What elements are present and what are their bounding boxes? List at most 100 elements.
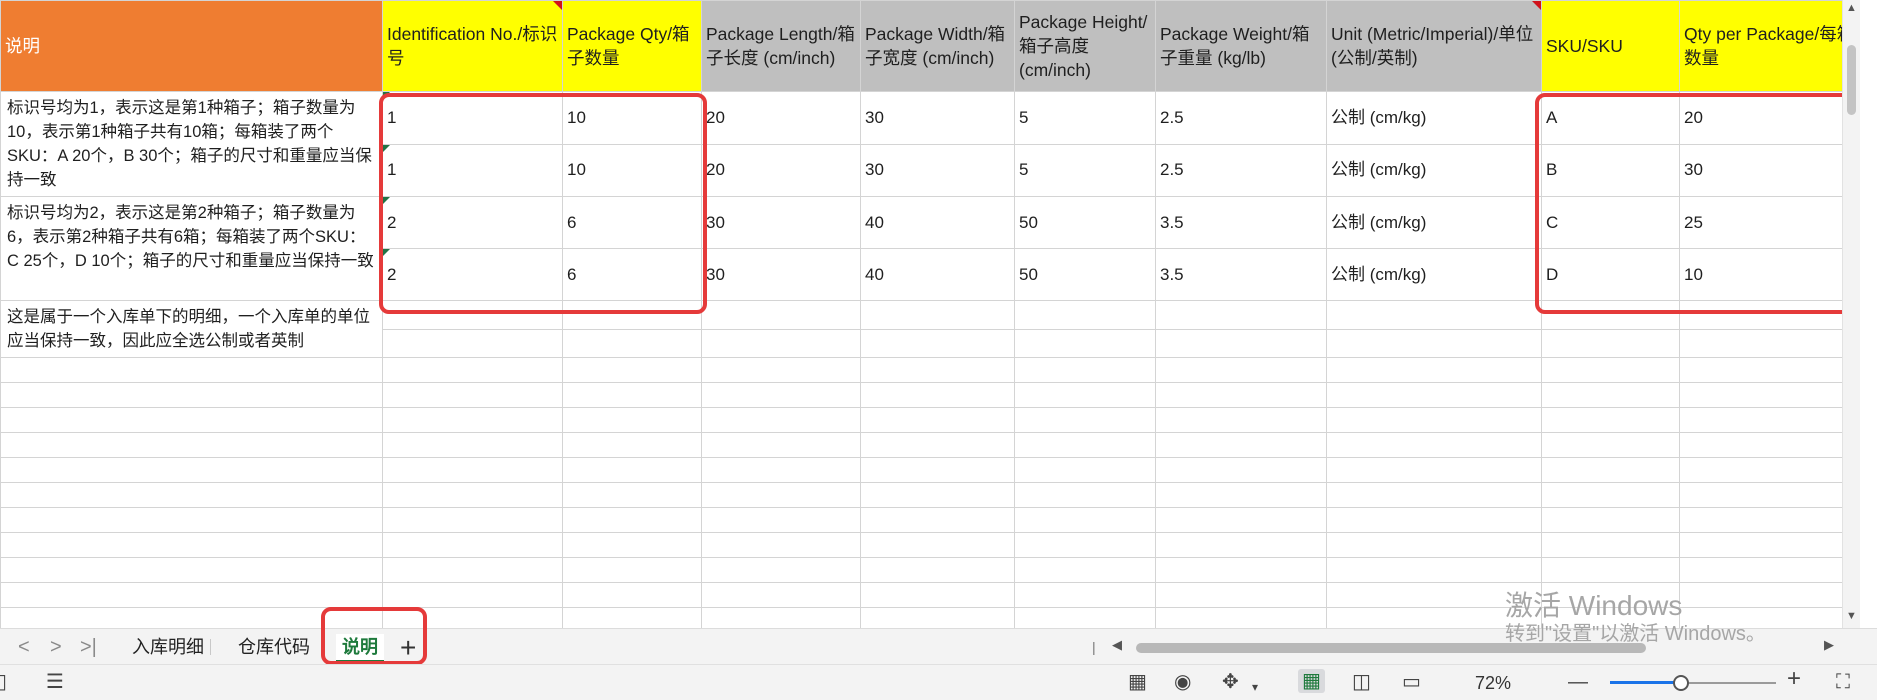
empty-cell[interactable] bbox=[562, 432, 702, 458]
empty-cell[interactable] bbox=[1014, 432, 1156, 458]
empty-cell[interactable] bbox=[1679, 382, 1860, 408]
table-cell[interactable]: 40 bbox=[860, 248, 1015, 301]
empty-cell[interactable] bbox=[382, 482, 563, 508]
empty-cell[interactable] bbox=[1326, 482, 1542, 508]
table-cell[interactable]: 30 bbox=[701, 248, 861, 301]
crosshair-icon[interactable]: ✥ bbox=[1222, 672, 1239, 692]
empty-cell[interactable] bbox=[701, 532, 861, 558]
next-sheet-icon[interactable]: > bbox=[50, 636, 62, 659]
table-cell[interactable]: 30 bbox=[860, 143, 1015, 197]
header-cell[interactable]: Package Weight/箱子重量 (kg/lb) bbox=[1155, 0, 1327, 92]
empty-cell[interactable] bbox=[701, 507, 861, 533]
note-cell[interactable]: 这是属于一个入库单下的明细，一个入库单的单位应当保持一致，因此应全选公制或者英制 bbox=[0, 300, 383, 358]
empty-cell[interactable] bbox=[1679, 557, 1860, 583]
empty-cell[interactable] bbox=[701, 607, 861, 628]
empty-cell[interactable] bbox=[382, 532, 563, 558]
empty-cell[interactable] bbox=[0, 582, 383, 608]
empty-cell[interactable] bbox=[382, 507, 563, 533]
table-cell[interactable]: 20 bbox=[1679, 91, 1860, 145]
empty-cell[interactable] bbox=[1541, 300, 1680, 330]
empty-cell[interactable] bbox=[1155, 457, 1327, 483]
table-cell[interactable]: D bbox=[1541, 248, 1680, 301]
empty-cell[interactable] bbox=[382, 407, 563, 433]
empty-cell[interactable] bbox=[382, 582, 563, 608]
empty-cell[interactable] bbox=[1155, 407, 1327, 433]
empty-cell[interactable] bbox=[0, 407, 383, 433]
sidebar-toggle-icon[interactable]: ▯ bbox=[0, 672, 7, 692]
empty-cell[interactable] bbox=[1155, 357, 1327, 383]
empty-cell[interactable] bbox=[1326, 432, 1542, 458]
table-cell[interactable]: 30 bbox=[701, 196, 861, 249]
empty-cell[interactable] bbox=[1014, 328, 1156, 358]
empty-cell[interactable] bbox=[1014, 482, 1156, 508]
empty-cell[interactable] bbox=[1155, 382, 1327, 408]
empty-cell[interactable] bbox=[1155, 557, 1327, 583]
empty-cell[interactable] bbox=[382, 300, 563, 330]
fullscreen-icon[interactable]: ⛶ bbox=[1836, 672, 1850, 692]
empty-cell[interactable] bbox=[701, 382, 861, 408]
empty-cell[interactable] bbox=[562, 382, 702, 408]
empty-cell[interactable] bbox=[1014, 407, 1156, 433]
table-cell[interactable]: 2 bbox=[382, 196, 563, 249]
empty-cell[interactable] bbox=[860, 582, 1015, 608]
empty-cell[interactable] bbox=[1679, 357, 1860, 383]
empty-cell[interactable] bbox=[1326, 557, 1542, 583]
empty-cell[interactable] bbox=[1014, 300, 1156, 330]
empty-cell[interactable] bbox=[382, 557, 563, 583]
note-cell[interactable]: 标识号均为1，表示这是第1种箱子；箱子数量为10，表示第1种箱子共有10箱；每箱… bbox=[0, 91, 383, 197]
empty-cell[interactable] bbox=[0, 457, 383, 483]
empty-cell[interactable] bbox=[562, 457, 702, 483]
table-cell[interactable]: 2.5 bbox=[1155, 91, 1327, 145]
page-break-view-icon[interactable]: ◫ bbox=[1352, 672, 1371, 692]
empty-cell[interactable] bbox=[701, 557, 861, 583]
scroll-up-icon[interactable]: ▲ bbox=[1846, 2, 1857, 14]
table-cell[interactable]: 5 bbox=[1014, 143, 1156, 197]
table-cell[interactable]: B bbox=[1541, 143, 1680, 197]
chevron-down-icon[interactable]: ▾ bbox=[1252, 677, 1258, 697]
table-cell[interactable]: 6 bbox=[562, 196, 702, 249]
empty-cell[interactable] bbox=[382, 382, 563, 408]
empty-cell[interactable] bbox=[1014, 457, 1156, 483]
empty-cell[interactable] bbox=[860, 507, 1015, 533]
header-cell[interactable]: Package Length/箱子长度 (cm/inch) bbox=[701, 0, 861, 92]
header-cell[interactable]: Identification No./标识号 bbox=[382, 0, 563, 92]
empty-cell[interactable] bbox=[860, 457, 1015, 483]
zoom-slider-knob[interactable] bbox=[1672, 675, 1689, 691]
empty-cell[interactable] bbox=[1326, 357, 1542, 383]
page-layout-view-icon[interactable]: ▭ bbox=[1402, 672, 1421, 692]
zoom-in-button[interactable]: + bbox=[1787, 667, 1801, 691]
table-cell[interactable]: 10 bbox=[562, 143, 702, 197]
table-cell[interactable]: 30 bbox=[1679, 143, 1860, 197]
empty-cell[interactable] bbox=[1679, 328, 1860, 358]
header-cell[interactable]: Qty per Package/每箱数量 bbox=[1679, 0, 1860, 92]
empty-cell[interactable] bbox=[860, 557, 1015, 583]
note-cell[interactable]: 标识号均为2，表示这是第2种箱子；箱子数量为6，表示第2种箱子共有6箱；每箱装了… bbox=[0, 196, 383, 301]
empty-cell[interactable] bbox=[1679, 507, 1860, 533]
empty-cell[interactable] bbox=[0, 357, 383, 383]
table-cell[interactable]: 公制 (cm/kg) bbox=[1326, 196, 1542, 249]
table-cell[interactable]: 1 bbox=[382, 91, 563, 145]
empty-cell[interactable] bbox=[1155, 607, 1327, 628]
empty-cell[interactable] bbox=[860, 328, 1015, 358]
empty-cell[interactable] bbox=[1541, 532, 1680, 558]
empty-cell[interactable] bbox=[0, 607, 383, 628]
empty-cell[interactable] bbox=[1155, 582, 1327, 608]
table-cell[interactable]: A bbox=[1541, 91, 1680, 145]
table-cell[interactable]: 10 bbox=[562, 91, 702, 145]
empty-cell[interactable] bbox=[1679, 532, 1860, 558]
empty-cell[interactable] bbox=[1155, 300, 1327, 330]
empty-cell[interactable] bbox=[1679, 432, 1860, 458]
empty-cell[interactable] bbox=[1541, 357, 1680, 383]
empty-cell[interactable] bbox=[1679, 482, 1860, 508]
header-cell[interactable]: Unit (Metric/Imperial)/单位 (公制/英制) bbox=[1326, 0, 1542, 92]
empty-cell[interactable] bbox=[701, 482, 861, 508]
empty-cell[interactable] bbox=[1326, 407, 1542, 433]
empty-cell[interactable] bbox=[1155, 328, 1327, 358]
empty-cell[interactable] bbox=[1541, 432, 1680, 458]
empty-cell[interactable] bbox=[1014, 532, 1156, 558]
table-cell[interactable]: 20 bbox=[701, 91, 861, 145]
reading-layout-icon[interactable]: ▦ bbox=[1128, 672, 1147, 692]
table-cell[interactable]: C bbox=[1541, 196, 1680, 249]
empty-cell[interactable] bbox=[1541, 507, 1680, 533]
zoom-level[interactable]: 72% bbox=[1475, 673, 1511, 694]
